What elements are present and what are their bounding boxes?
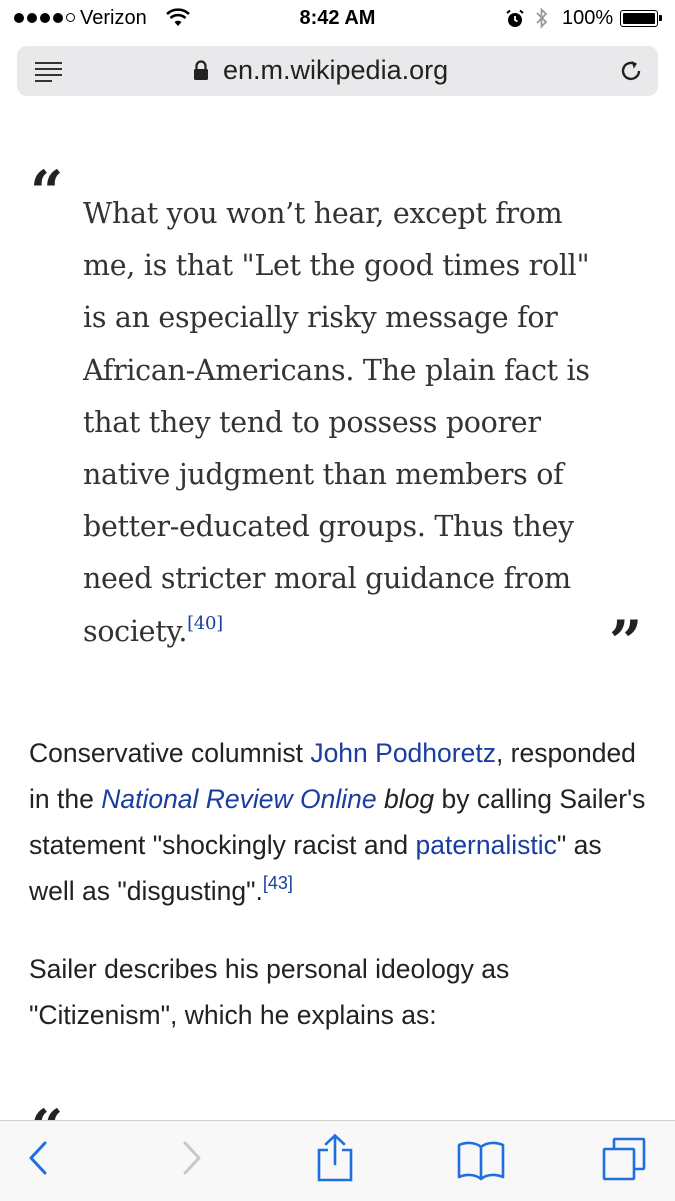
battery-icon xyxy=(620,10,662,27)
paragraph-podhoretz: Conservative columnist John Podhoretz, r… xyxy=(29,730,649,914)
address-bar[interactable]: en.m.wikipedia.org xyxy=(17,46,658,96)
link-john-podhoretz[interactable]: John Podhoretz xyxy=(310,738,496,768)
blockquote-text: What you won’t hear, except from me, is … xyxy=(83,188,623,658)
status-bar: Verizon 8:42 AM 100% xyxy=(0,0,675,38)
url-text[interactable]: en.m.wikipedia.org xyxy=(223,55,448,86)
reader-menu-icon[interactable] xyxy=(35,62,63,87)
quote-line: African-Americans. The plain fact is xyxy=(83,353,590,387)
link-paternalistic[interactable]: paternalistic xyxy=(415,830,556,860)
lock-icon xyxy=(193,60,209,87)
quote-line: society.[40] xyxy=(83,606,623,658)
paragraph-citizenism: Sailer describes his personal ideology a… xyxy=(29,954,510,1030)
quote-line: is an especially risky message for xyxy=(83,301,558,335)
forward-chevron-icon[interactable] xyxy=(176,1137,206,1186)
bookmarks-icon[interactable] xyxy=(456,1139,506,1186)
citation-40-link[interactable]: [40] xyxy=(187,613,223,634)
para-text: blog xyxy=(376,784,435,814)
quote-line: me, is that "Let the good times roll" xyxy=(83,249,590,283)
reload-icon[interactable] xyxy=(618,58,644,89)
bottom-toolbar xyxy=(0,1120,675,1201)
quote-last-word: society. xyxy=(83,614,188,648)
back-chevron-icon[interactable] xyxy=(24,1137,54,1186)
share-icon[interactable] xyxy=(314,1133,356,1188)
quote-line: better-educated groups. Thus they xyxy=(83,510,574,544)
open-quote-mark: “ xyxy=(30,158,64,226)
tabs-icon[interactable] xyxy=(600,1135,648,1188)
battery-percent: 100% xyxy=(562,7,614,29)
alarm-icon xyxy=(505,9,525,35)
citation-43-link[interactable]: [43] xyxy=(263,873,293,893)
quote-line: that they tend to possess poorer xyxy=(83,405,541,439)
bluetooth-icon xyxy=(535,7,549,35)
para-text: Conservative columnist xyxy=(29,738,311,768)
quote-line: What you won’t hear, except from xyxy=(83,197,563,230)
quote-line: need stricter moral guidance from xyxy=(83,562,571,596)
close-quote-mark: ” xyxy=(609,608,643,676)
quote-line: native judgment than members of xyxy=(83,458,564,492)
link-national-review-online[interactable]: National Review Online xyxy=(101,784,376,814)
